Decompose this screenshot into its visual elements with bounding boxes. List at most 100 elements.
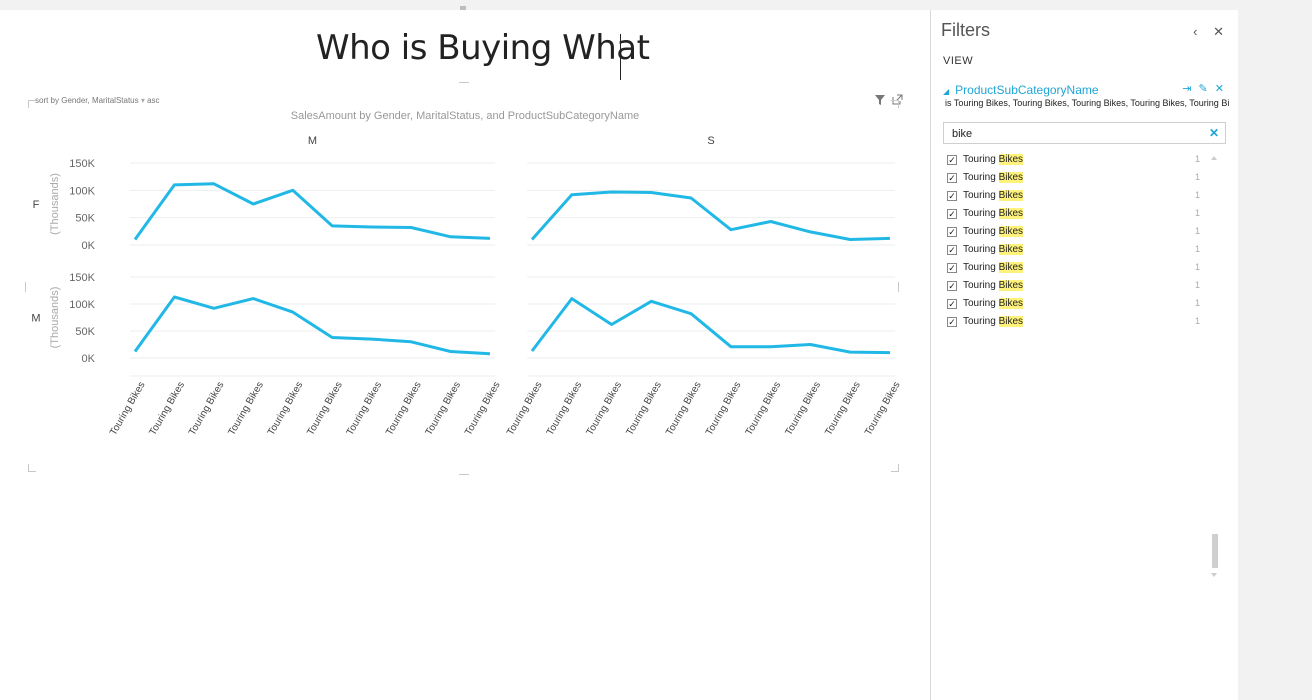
- x-tick-label: Touring Bikes: [187, 380, 227, 437]
- x-tick-label: Touring Bikes: [305, 380, 345, 437]
- y-axis-label: (Thousands): [49, 287, 61, 349]
- filters-pane: Filters ‹ ✕ VIEW ◢ ProductSubCategoryName…: [930, 10, 1239, 700]
- filter-field-actions: ⇥ ✎ ✕: [1178, 82, 1224, 95]
- filter-value-item[interactable]: ✓ Touring Bikes 1: [947, 206, 1207, 224]
- series-line-m-s[interactable]: [530, 297, 891, 355]
- y-tick-label: 0K: [82, 353, 96, 365]
- filter-value-item[interactable]: ✓ Touring Bikes 1: [947, 170, 1207, 188]
- filter-value-count: 1: [1195, 280, 1201, 290]
- filter-value-item[interactable]: ✓ Touring Bikes 1: [947, 260, 1207, 278]
- series-line-f-s[interactable]: [530, 190, 891, 241]
- search-clear-icon[interactable]: ✕: [1209, 126, 1219, 140]
- line-chart[interactable]: SalesAmount by Gender, MaritalStatus, an…: [0, 0, 930, 700]
- filter-value-text: Touring: [963, 316, 999, 327]
- filter-value-label: Touring Bikes: [963, 316, 1024, 327]
- filter-value-checkbox[interactable]: ✓: [947, 317, 957, 327]
- scrollbar-thumb[interactable]: [1212, 534, 1218, 568]
- x-tick-label: Touring Bikes: [863, 380, 903, 437]
- filter-value-count: 1: [1195, 262, 1201, 272]
- filter-value-item[interactable]: ✓ Touring Bikes 1: [947, 152, 1207, 170]
- search-match-highlight: Bikes: [998, 154, 1024, 165]
- filter-value-label: Touring Bikes: [963, 280, 1024, 291]
- x-tick-label: Touring Bikes: [266, 380, 306, 437]
- filter-value-label: Touring Bikes: [963, 208, 1024, 219]
- row-header-label: M: [31, 313, 40, 325]
- x-tick-label: Touring Bikes: [148, 380, 188, 437]
- filter-value-text: Touring: [963, 298, 999, 309]
- search-match-highlight: Bikes: [998, 262, 1024, 273]
- x-tick-label: Touring Bikes: [345, 380, 385, 437]
- filter-field-name[interactable]: ProductSubCategoryName: [955, 83, 1098, 97]
- filter-value-label: Touring Bikes: [963, 226, 1024, 237]
- series-line-m-m[interactable]: [133, 295, 491, 356]
- y-tick-label: 50K: [75, 326, 95, 338]
- x-tick-label: Touring Bikes: [664, 380, 704, 437]
- x-tick-label: Touring Bikes: [424, 380, 464, 437]
- chart-title: SalesAmount by Gender, MaritalStatus, an…: [291, 110, 640, 122]
- close-icon[interactable]: ✕: [1213, 24, 1224, 39]
- delete-filter-icon[interactable]: ✕: [1215, 83, 1224, 95]
- x-tick-label: Touring Bikes: [585, 380, 625, 437]
- chevron-left-icon[interactable]: ‹: [1193, 24, 1197, 39]
- search-match-highlight: Bikes: [998, 190, 1024, 201]
- clear-filter-icon[interactable]: ✎: [1199, 83, 1208, 95]
- filter-value-item[interactable]: ✓ Touring Bikes 1: [947, 296, 1207, 314]
- filter-field-header[interactable]: ◢ ProductSubCategoryName: [943, 83, 1099, 97]
- x-tick-label: Touring Bikes: [823, 380, 863, 437]
- x-tick-label: Touring Bikes: [226, 380, 266, 437]
- filter-value-count: 1: [1195, 154, 1201, 164]
- filter-search-input[interactable]: [950, 124, 1194, 144]
- filter-search-box[interactable]: ✕: [943, 122, 1226, 144]
- row-header-label: F: [33, 199, 40, 211]
- filters-title: Filters: [941, 20, 990, 40]
- filter-value-text: Touring: [963, 172, 999, 183]
- filter-value-checkbox[interactable]: ✓: [947, 209, 957, 219]
- scroll-down-arrow-icon[interactable]: [1211, 573, 1217, 577]
- filter-value-count: 1: [1195, 172, 1201, 182]
- filter-value-item[interactable]: ✓ Touring Bikes 1: [947, 224, 1207, 242]
- y-tick-label: 100K: [69, 185, 95, 197]
- filter-value-label: Touring Bikes: [963, 190, 1024, 201]
- x-tick-label: Touring Bikes: [784, 380, 824, 437]
- filter-value-text: Touring: [963, 226, 999, 237]
- search-match-highlight: Bikes: [998, 226, 1024, 237]
- filter-value-checkbox[interactable]: ✓: [947, 191, 957, 201]
- filter-value-text: Touring: [963, 208, 999, 219]
- filter-value-checkbox[interactable]: ✓: [947, 281, 957, 291]
- filter-value-checkbox[interactable]: ✓: [947, 173, 957, 183]
- filter-value-label: Touring Bikes: [963, 298, 1024, 309]
- x-tick-label: Touring Bikes: [108, 380, 148, 437]
- filter-value-checkbox[interactable]: ✓: [947, 155, 957, 165]
- collapse-triangle-icon[interactable]: ◢: [943, 87, 949, 96]
- y-tick-label: 0K: [82, 240, 96, 252]
- filter-value-checkbox[interactable]: ✓: [947, 263, 957, 273]
- column-header-label: M: [308, 135, 317, 147]
- series-line-f-m[interactable]: [133, 182, 491, 241]
- y-tick-label: 100K: [69, 299, 95, 311]
- x-tick-label: Touring Bikes: [463, 380, 503, 437]
- search-match-highlight: Bikes: [998, 172, 1024, 183]
- scroll-up-arrow-icon[interactable]: [1211, 156, 1217, 160]
- filter-value-item[interactable]: ✓ Touring Bikes 1: [947, 278, 1207, 296]
- filter-value-label: Touring Bikes: [963, 154, 1024, 165]
- filter-value-checkbox[interactable]: ✓: [947, 299, 957, 309]
- x-tick-label: Touring Bikes: [384, 380, 424, 437]
- x-tick-label: Touring Bikes: [624, 380, 664, 437]
- filter-value-item[interactable]: ✓ Touring Bikes 1: [947, 314, 1207, 332]
- right-margin: [1238, 10, 1312, 700]
- filter-value-text: Touring: [963, 262, 999, 273]
- x-tick-label: Touring Bikes: [545, 380, 585, 437]
- filters-pane-buttons: ‹ ✕: [1181, 24, 1224, 40]
- filter-value-label: Touring Bikes: [963, 262, 1024, 273]
- filter-value-count: 1: [1195, 298, 1201, 308]
- filter-value-checkbox[interactable]: ✓: [947, 227, 957, 237]
- advanced-mode-icon[interactable]: ⇥: [1182, 83, 1191, 95]
- filter-value-checkbox[interactable]: ✓: [947, 245, 957, 255]
- filter-value-item[interactable]: ✓ Touring Bikes 1: [947, 188, 1207, 206]
- filter-value-item[interactable]: ✓ Touring Bikes 1: [947, 242, 1207, 260]
- filter-description: is Touring Bikes, Touring Bikes, Touring…: [945, 98, 1230, 108]
- y-tick-label: 50K: [75, 213, 95, 225]
- filter-value-label: Touring Bikes: [963, 244, 1024, 255]
- filter-value-count: 1: [1195, 208, 1201, 218]
- search-match-highlight: Bikes: [998, 244, 1024, 255]
